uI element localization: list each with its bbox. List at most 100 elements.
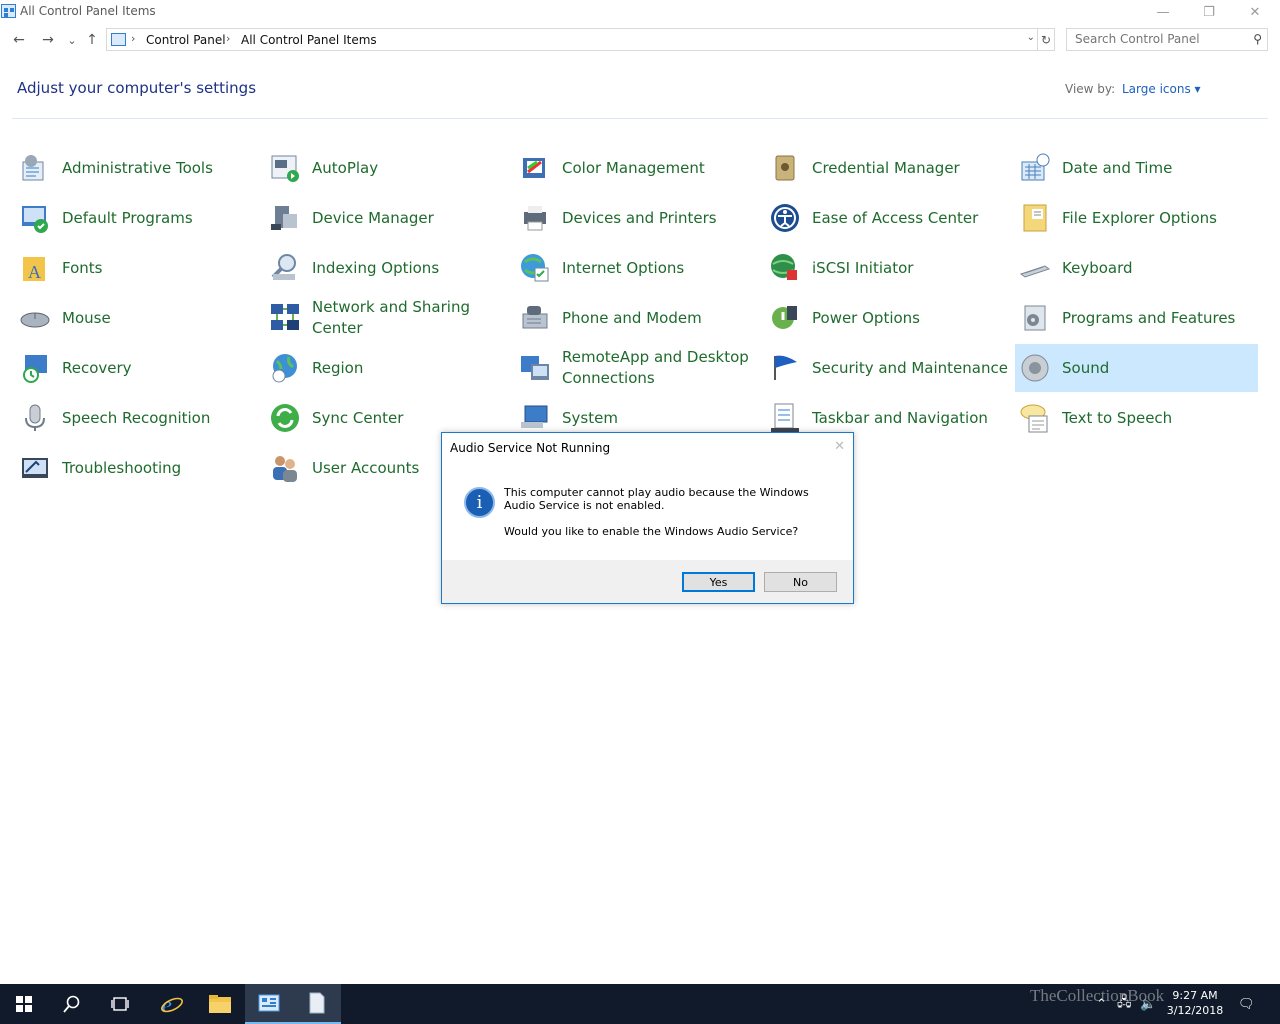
item-label[interactable]: Troubleshooting: [62, 458, 181, 479]
item-phone-and-modem[interactable]: Phone and Modem: [515, 294, 758, 342]
title-bar: All Control Panel Items — ❐ ✕: [0, 0, 1280, 24]
search-input[interactable]: [1075, 32, 1245, 46]
item-label[interactable]: Sound: [1062, 358, 1109, 379]
item-fonts[interactable]: A Fonts: [15, 244, 258, 292]
recent-locations-button[interactable]: ⌄: [62, 30, 82, 50]
item-label[interactable]: Default Programs: [62, 208, 193, 229]
item-keyboard[interactable]: Keyboard: [1015, 244, 1258, 292]
item-network-and-sharing-center[interactable]: Network and Sharing Center: [265, 294, 508, 342]
item-label[interactable]: Device Manager: [312, 208, 434, 229]
speech-recognition-icon: [19, 402, 51, 434]
minimize-button[interactable]: —: [1140, 0, 1186, 24]
item-label[interactable]: Internet Options: [562, 258, 684, 279]
task-view-button[interactable]: [96, 984, 144, 1024]
item-label[interactable]: Sync Center: [312, 408, 403, 429]
item-region[interactable]: Region: [265, 344, 508, 392]
item-label[interactable]: iSCSI Initiator: [812, 258, 913, 279]
item-label[interactable]: Color Management: [562, 158, 705, 179]
up-button[interactable]: ↑: [82, 30, 102, 50]
item-autoplay[interactable]: AutoPlay: [265, 144, 508, 192]
address-bar[interactable]: › Control Panel › All Control Panel Item…: [106, 28, 1038, 51]
iscsi-initiator-icon: [769, 252, 801, 284]
item-label[interactable]: Taskbar and Navigation: [812, 408, 988, 429]
forward-button[interactable]: →: [38, 30, 58, 50]
start-button[interactable]: [0, 984, 48, 1024]
breadcrumb-all-items[interactable]: All Control Panel Items: [241, 33, 377, 47]
item-indexing-options[interactable]: Indexing Options: [265, 244, 508, 292]
item-label[interactable]: Phone and Modem: [562, 308, 702, 329]
item-speech-recognition[interactable]: Speech Recognition: [15, 394, 258, 442]
no-button[interactable]: No: [764, 572, 837, 592]
item-mouse[interactable]: Mouse: [15, 294, 258, 342]
item-label[interactable]: Text to Speech: [1062, 408, 1172, 429]
item-sound[interactable]: Sound: [1015, 344, 1258, 392]
item-internet-options[interactable]: Internet Options: [515, 244, 758, 292]
internet-explorer-button[interactable]: e: [148, 984, 196, 1024]
item-administrative-tools[interactable]: Administrative Tools: [15, 144, 258, 192]
item-date-and-time[interactable]: Date and Time: [1015, 144, 1258, 192]
item-label[interactable]: Network and Sharing Center: [312, 297, 508, 339]
chevron-down-icon[interactable]: ⌄: [1027, 32, 1035, 43]
item-label[interactable]: Date and Time: [1062, 158, 1172, 179]
item-label[interactable]: Keyboard: [1062, 258, 1133, 279]
item-programs-and-features[interactable]: Programs and Features: [1015, 294, 1258, 342]
restore-button[interactable]: ❐: [1186, 0, 1232, 24]
document-taskbar-button[interactable]: [293, 984, 341, 1024]
file-explorer-button[interactable]: [196, 984, 244, 1024]
breadcrumb-control-panel[interactable]: Control Panel: [146, 33, 226, 47]
programs-and-features-icon: [1019, 302, 1051, 334]
item-label[interactable]: Speech Recognition: [62, 408, 210, 429]
action-center-button[interactable]: 🗨: [1238, 984, 1255, 1024]
item-default-programs[interactable]: Default Programs: [15, 194, 258, 242]
close-button[interactable]: ✕: [1232, 0, 1278, 24]
item-label[interactable]: System: [562, 408, 618, 429]
item-label[interactable]: Programs and Features: [1062, 308, 1235, 329]
credential-manager-icon: [769, 152, 801, 184]
clock[interactable]: 9:27 AM 3/12/2018: [1160, 988, 1230, 1018]
item-label[interactable]: File Explorer Options: [1062, 208, 1217, 229]
item-troubleshooting[interactable]: Troubleshooting: [15, 444, 258, 492]
yes-button[interactable]: Yes: [682, 572, 755, 592]
item-label[interactable]: Region: [312, 358, 363, 379]
item-label[interactable]: Power Options: [812, 308, 920, 329]
sound-icon: [1019, 352, 1051, 384]
item-label[interactable]: RemoteApp and Desktop Connections: [562, 347, 758, 389]
item-iscsi-initiator[interactable]: iSCSI Initiator: [765, 244, 1008, 292]
back-button[interactable]: ←: [9, 30, 29, 50]
item-credential-manager[interactable]: Credential Manager: [765, 144, 1008, 192]
search-icon[interactable]: ⚲: [1253, 32, 1262, 46]
refresh-button[interactable]: ↻: [1038, 28, 1055, 51]
item-recovery[interactable]: Recovery: [15, 344, 258, 392]
search-taskbar-button[interactable]: [48, 984, 96, 1024]
item-text-to-speech[interactable]: Text to Speech: [1015, 394, 1258, 442]
dialog-title: Audio Service Not Running: [450, 441, 611, 455]
item-label[interactable]: Recovery: [62, 358, 132, 379]
control-panel-icon: [1, 4, 16, 18]
search-box[interactable]: ⚲: [1066, 28, 1268, 51]
item-label[interactable]: Security and Maintenance: [812, 358, 1008, 379]
item-label[interactable]: Administrative Tools: [62, 158, 213, 179]
item-label[interactable]: AutoPlay: [312, 158, 378, 179]
chevron-right-icon[interactable]: ›: [226, 32, 230, 45]
security-and-maintenance-icon: [769, 352, 801, 384]
chevron-right-icon[interactable]: ›: [131, 32, 135, 45]
item-color-management[interactable]: Color Management: [515, 144, 758, 192]
item-power-options[interactable]: Power Options: [765, 294, 1008, 342]
item-label[interactable]: Fonts: [62, 258, 102, 279]
view-by-dropdown[interactable]: Large icons: [1122, 82, 1201, 96]
item-label[interactable]: Credential Manager: [812, 158, 960, 179]
item-label[interactable]: Ease of Access Center: [812, 208, 978, 229]
item-file-explorer-options[interactable]: File Explorer Options: [1015, 194, 1258, 242]
item-label[interactable]: Indexing Options: [312, 258, 439, 279]
item-ease-of-access-center[interactable]: Ease of Access Center: [765, 194, 1008, 242]
item-label[interactable]: Devices and Printers: [562, 208, 717, 229]
item-label[interactable]: Mouse: [62, 308, 111, 329]
item-remoteapp-and-desktop-connections[interactable]: RemoteApp and Desktop Connections: [515, 344, 758, 392]
dialog-close-icon[interactable]: ✕: [834, 439, 845, 454]
devices-and-printers-icon: [519, 202, 551, 234]
item-label[interactable]: User Accounts: [312, 458, 419, 479]
item-device-manager[interactable]: Device Manager: [265, 194, 508, 242]
item-security-and-maintenance[interactable]: Security and Maintenance: [765, 344, 1008, 392]
control-panel-taskbar-button[interactable]: [245, 984, 293, 1024]
item-devices-and-printers[interactable]: Devices and Printers: [515, 194, 758, 242]
